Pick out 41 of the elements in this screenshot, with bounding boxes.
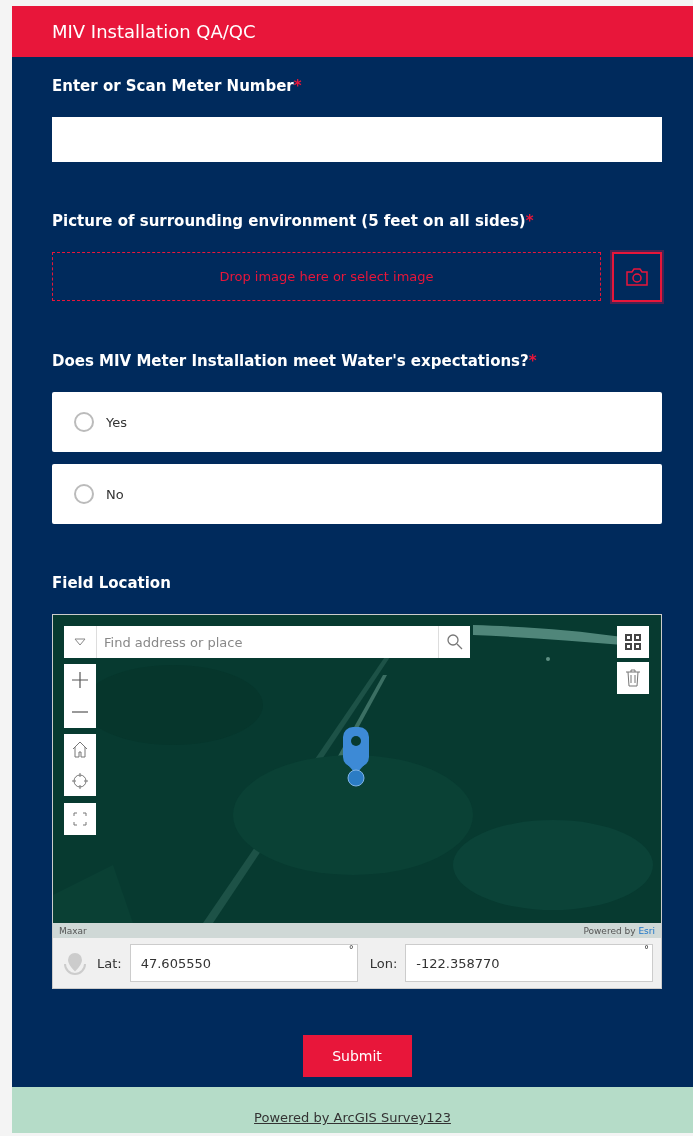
lat-label: Lat: <box>97 955 122 971</box>
minus-icon <box>72 711 88 713</box>
plus-icon <box>72 672 88 688</box>
radio-option[interactable]: Yes <box>52 392 662 452</box>
qr-code-icon <box>625 634 641 650</box>
search-field[interactable]: Find address or place <box>97 626 438 658</box>
degree-unit: ° <box>644 944 649 955</box>
fullscreen-button[interactable] <box>64 803 96 835</box>
trash-icon <box>626 669 640 687</box>
option-label: Yes <box>106 414 127 430</box>
fullscreen-icon <box>73 812 87 826</box>
question-label: Enter or Scan Meter Number* <box>52 76 303 95</box>
home-button[interactable] <box>64 734 96 765</box>
camera-button[interactable] <box>612 252 662 302</box>
zoom-in-button[interactable] <box>64 664 96 696</box>
home-icon <box>72 741 88 758</box>
radio-button[interactable] <box>74 412 94 432</box>
footer-link[interactable]: Powered by ArcGIS Survey123 <box>254 1110 451 1125</box>
map-attribution: Maxar <box>59 925 87 936</box>
question-label: Picture of surrounding environment (5 feet on all sides)* <box>52 211 535 230</box>
zoom-out-button[interactable] <box>64 696 96 728</box>
search-button[interactable] <box>438 626 470 658</box>
crosshair-icon <box>72 772 88 789</box>
question-label: Does MIV Meter Installation meet Water's expectations?* <box>52 351 538 370</box>
qr-scan-button[interactable] <box>617 626 649 658</box>
question-label: Field Location <box>52 573 172 592</box>
form-title: MIV Installation QA/QC <box>52 21 256 42</box>
powered-by-text: Powered by Esri <box>583 925 655 936</box>
dropdown-icon[interactable] <box>74 638 86 646</box>
esri-link[interactable]: Esri <box>638 925 655 936</box>
radio-option[interactable]: No <box>52 464 662 524</box>
lon-label: Lon: <box>369 955 398 971</box>
radio-button[interactable] <box>74 484 94 504</box>
degree-unit: ° <box>348 944 354 955</box>
search-icon <box>446 634 463 650</box>
camera-icon <box>626 268 648 286</box>
location-pin-icon[interactable] <box>342 726 370 788</box>
locate-button[interactable] <box>64 765 96 796</box>
text-input-field[interactable] <box>52 117 662 162</box>
option-label: No <box>106 486 124 502</box>
submit-button[interactable]: Submit <box>302 1035 412 1077</box>
